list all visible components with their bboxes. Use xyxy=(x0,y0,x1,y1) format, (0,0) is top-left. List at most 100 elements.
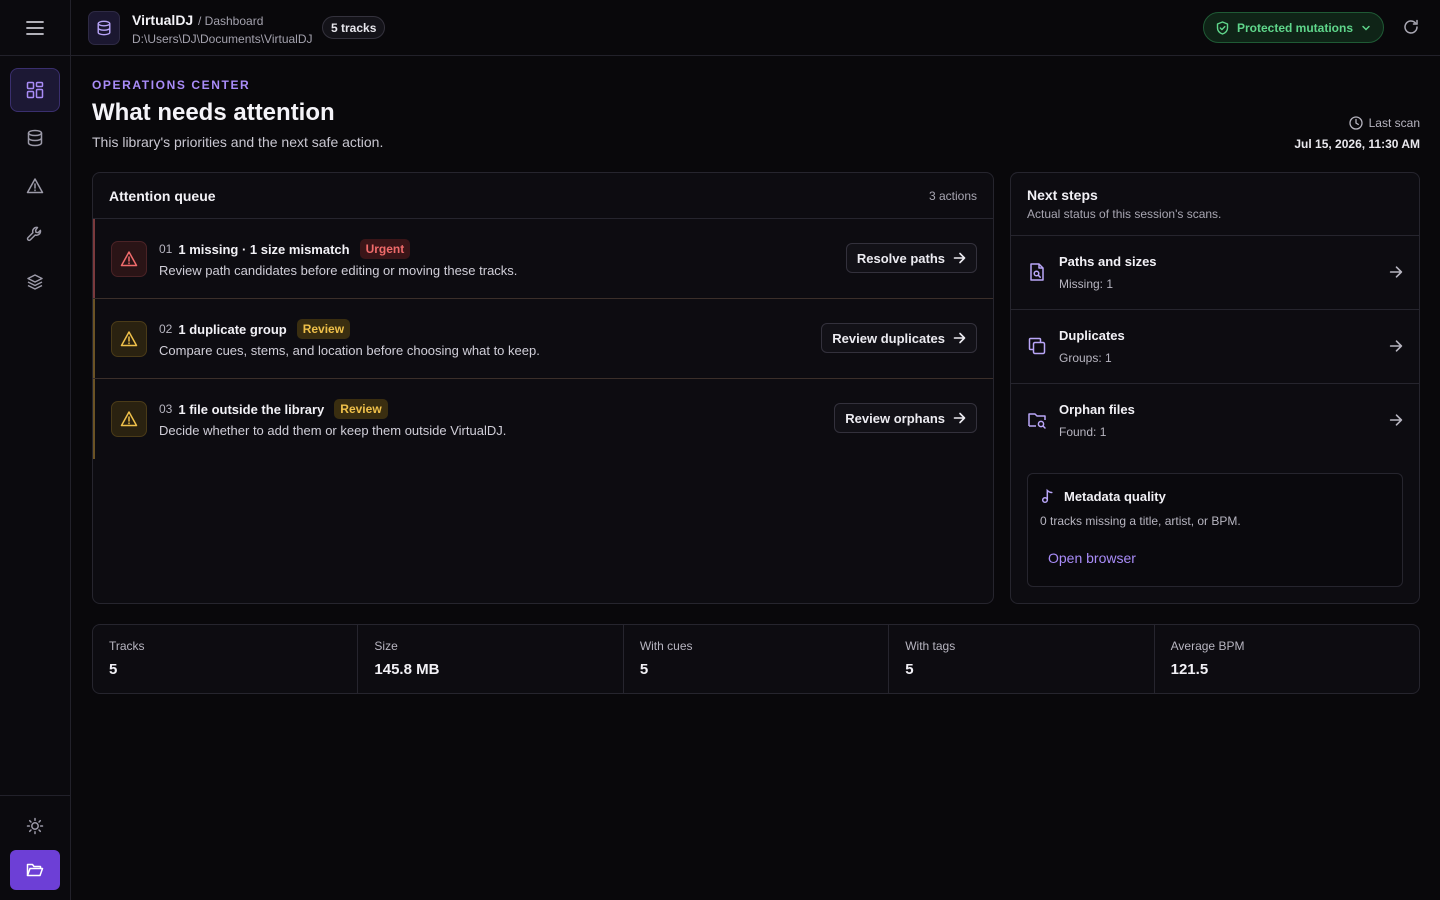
nav-dashboard[interactable] xyxy=(10,68,60,112)
next-step-value: Groups: 1 xyxy=(1059,351,1112,365)
review-accent-bar xyxy=(93,379,95,459)
nav-issues[interactable] xyxy=(10,164,60,208)
review-orphans-label: Review orphans xyxy=(845,410,945,426)
next-steps-subtitle: Actual status of this session's scans. xyxy=(1027,207,1222,221)
review-duplicates-button[interactable]: Review duplicates xyxy=(821,323,977,353)
library-stats: Tracks 5 Size 145.8 MB With cues 5 With … xyxy=(92,624,1420,694)
page-title: What needs attention xyxy=(92,99,335,126)
review-orphans-button[interactable]: Review orphans xyxy=(834,403,977,433)
metadata-quality-description: 0 tracks missing a title, artist, or BPM… xyxy=(1040,514,1241,528)
review-accent-bar xyxy=(93,299,95,378)
file-search-icon xyxy=(1027,262,1047,282)
stat-size: Size 145.8 MB xyxy=(358,625,624,693)
queue-item-number: 02 xyxy=(159,322,173,336)
review-badge: Review xyxy=(296,319,351,339)
last-scan-date: Jul 15, 2026, 11:30 AM xyxy=(1294,137,1420,151)
resolve-paths-button[interactable]: Resolve paths xyxy=(845,243,977,273)
queue-item-description: Compare cues, stems, and location before… xyxy=(159,343,540,358)
next-step-duplicates[interactable]: Duplicates Groups: 1 xyxy=(1011,310,1419,384)
next-steps-header: Next steps Actual status of this session… xyxy=(1011,173,1419,236)
library-badge xyxy=(88,11,120,45)
queue-item-duplicates: 02 1 duplicate group Review Compare cues… xyxy=(93,299,993,379)
metadata-quality-title: Metadata quality xyxy=(1064,489,1166,504)
queue-item-title: 1 missing · 1 size mismatch xyxy=(178,241,350,257)
stat-with-cues: With cues 5 xyxy=(624,625,890,693)
clock-icon xyxy=(1348,116,1363,130)
arrow-right-icon xyxy=(953,412,966,424)
urgent-accent-bar xyxy=(93,219,95,298)
stat-value: 5 xyxy=(905,661,914,678)
attention-queue-count: 3 actions xyxy=(928,188,977,203)
next-step-orphan-files[interactable]: Orphan files Found: 1 xyxy=(1011,384,1419,458)
menu-icon[interactable] xyxy=(26,20,44,35)
next-steps-title: Next steps xyxy=(1027,187,1098,203)
queue-item-title: 1 file outside the library xyxy=(178,401,325,417)
stat-value: 5 xyxy=(639,661,649,678)
last-scan: Last scan xyxy=(1348,116,1420,130)
review-duplicates-label: Review duplicates xyxy=(832,330,945,346)
stat-label: Average BPM xyxy=(1170,639,1245,653)
stat-value: 121.5 xyxy=(1170,661,1209,678)
wrench-icon xyxy=(26,225,44,243)
chevron-down-icon xyxy=(1361,24,1371,32)
sidebar-top xyxy=(0,0,70,56)
shield-check-icon xyxy=(1216,20,1229,35)
queue-item-description: Decide whether to add them or keep them … xyxy=(159,423,507,438)
attention-queue-header: Attention queue 3 actions xyxy=(93,173,993,219)
page-subtitle: This library's priorities and the next s… xyxy=(92,134,384,150)
sun-icon xyxy=(26,817,44,835)
refresh-icon[interactable] xyxy=(1402,18,1420,36)
attention-queue-title: Attention queue xyxy=(109,187,216,204)
open-browser-link[interactable]: Open browser xyxy=(1048,550,1136,566)
library-path: D:\Users\DJ\Documents\VirtualDJ xyxy=(132,32,313,46)
urgent-badge: Urgent xyxy=(359,239,411,259)
breadcrumb: / Dashboard xyxy=(198,14,264,28)
stat-label: Size xyxy=(374,639,398,653)
theme-toggle[interactable] xyxy=(10,804,60,848)
queue-item-icon xyxy=(111,401,147,437)
nav-layers[interactable] xyxy=(10,260,60,304)
stat-value: 5 xyxy=(109,661,118,678)
queue-item-paths: 01 1 missing · 1 size mismatch Urgent Re… xyxy=(93,219,993,299)
sidebar-divider xyxy=(0,795,71,796)
nav-tools[interactable] xyxy=(10,212,60,256)
top-header: VirtualDJ / Dashboard D:\Users\DJ\Docume… xyxy=(71,0,1440,56)
arrow-right-icon xyxy=(1389,339,1403,353)
open-library-button[interactable] xyxy=(10,850,60,890)
resolve-paths-label: Resolve paths xyxy=(856,250,945,266)
queue-item-number: 03 xyxy=(159,402,173,416)
queue-item-icon xyxy=(111,241,147,277)
dashboard-icon xyxy=(26,81,44,99)
stat-with-tags: With tags 5 xyxy=(889,625,1155,693)
section-eyebrow: OPERATIONS CENTER xyxy=(92,78,251,92)
music-note-icon xyxy=(1040,488,1056,504)
attention-queue: Attention queue 3 actions 01 1 missing ·… xyxy=(92,172,994,604)
queue-item-title: 1 duplicate group xyxy=(178,321,287,337)
next-step-value: Found: 1 xyxy=(1059,425,1107,439)
next-step-paths-sizes[interactable]: Paths and sizes Missing: 1 xyxy=(1011,236,1419,310)
database-icon xyxy=(96,20,112,36)
database-icon xyxy=(26,129,44,147)
stat-label: Tracks xyxy=(109,639,145,653)
review-badge: Review xyxy=(334,399,388,419)
stat-label: With cues xyxy=(639,639,693,653)
metadata-quality-card: Metadata quality 0 tracks missing a titl… xyxy=(1027,473,1403,587)
queue-item-description: Review path candidates before editing or… xyxy=(159,263,518,278)
stat-average-bpm: Average BPM 121.5 xyxy=(1155,625,1419,693)
queue-item-orphans: 03 1 file outside the library Review Dec… xyxy=(93,379,993,459)
next-step-title: Duplicates xyxy=(1059,328,1125,343)
arrow-right-icon xyxy=(1389,413,1403,427)
sidebar xyxy=(0,0,71,900)
arrow-right-icon xyxy=(953,332,966,344)
next-step-title: Orphan files xyxy=(1059,402,1135,417)
queue-item-number: 01 xyxy=(159,242,173,256)
queue-item-icon xyxy=(111,321,147,357)
next-steps-panel: Next steps Actual status of this session… xyxy=(1010,172,1420,604)
nav-library[interactable] xyxy=(10,116,60,160)
layers-icon xyxy=(26,273,44,291)
stat-value: 145.8 MB xyxy=(374,661,440,678)
protected-mutations-dropdown[interactable]: Protected mutations xyxy=(1202,12,1384,43)
last-scan-label: Last scan xyxy=(1368,116,1420,130)
folder-search-icon xyxy=(1027,410,1047,430)
warning-icon xyxy=(26,177,44,195)
